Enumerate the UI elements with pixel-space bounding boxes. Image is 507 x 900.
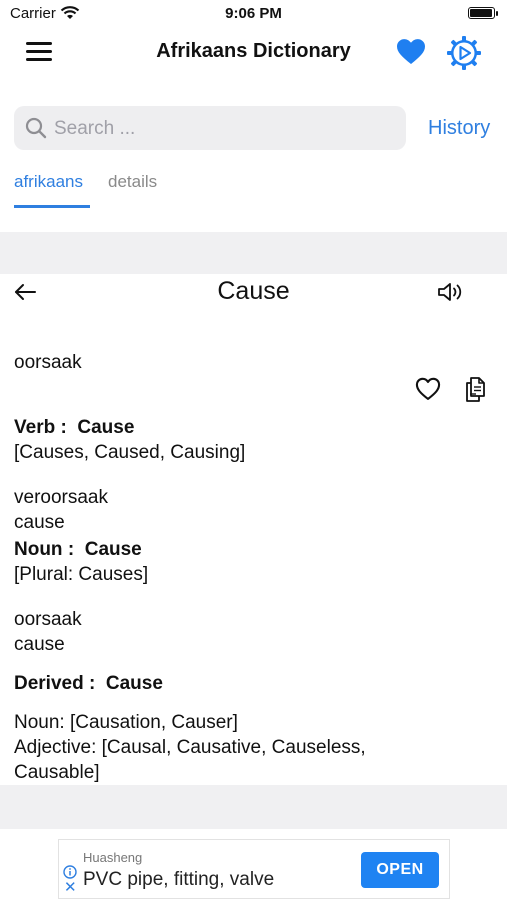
verb-translation-en: cause xyxy=(14,512,65,533)
active-tab-indicator xyxy=(14,205,90,208)
ad-open-button[interactable]: OPEN xyxy=(361,852,439,888)
favorites-heart-icon[interactable] xyxy=(395,36,427,68)
tab-afrikaans[interactable]: afrikaans xyxy=(14,172,83,192)
favorite-heart-icon[interactable] xyxy=(414,375,442,403)
section-divider xyxy=(0,232,507,274)
search-input[interactable] xyxy=(52,110,396,148)
ad-brand: Huasheng xyxy=(83,850,143,865)
ad-headline: PVC pipe, fitting, valve xyxy=(83,869,275,890)
history-button[interactable]: History xyxy=(428,117,490,140)
verb-forms: [Causes, Caused, Causing] xyxy=(14,442,246,463)
entry-translation: oorsaak xyxy=(14,352,82,373)
derived-noun: Noun: [Causation, Causer] xyxy=(14,712,238,733)
ad-banner[interactable]: ✕ Huasheng PVC pipe, fitting, valve OPEN xyxy=(58,839,450,899)
status-bar: Carrier 9:06 PM xyxy=(0,0,507,28)
copy-icon[interactable] xyxy=(462,374,490,404)
tab-details[interactable]: details xyxy=(108,172,157,192)
ad-close-icon[interactable]: ✕ xyxy=(64,880,77,895)
noun-translation-en: cause xyxy=(14,634,65,655)
settings-gear-icon[interactable] xyxy=(446,35,482,71)
section-divider xyxy=(0,785,507,829)
derived-heading: Derived : Cause xyxy=(14,673,163,695)
derived-adjective-cont: Causable] xyxy=(14,762,100,783)
verb-word: Cause xyxy=(77,417,135,438)
verb-heading: Verb : Cause xyxy=(14,417,134,439)
search-bar[interactable] xyxy=(14,106,406,150)
battery-icon xyxy=(468,7,498,19)
noun-word: Cause xyxy=(84,539,142,560)
speaker-icon[interactable] xyxy=(436,280,464,304)
battery-level xyxy=(470,9,492,17)
noun-label: Noun : xyxy=(14,539,75,560)
entry-word: Cause xyxy=(217,277,290,305)
derived-word: Cause xyxy=(105,673,163,694)
ad-info-icon[interactable] xyxy=(63,865,77,879)
noun-translation-af: oorsaak xyxy=(14,609,82,630)
verb-label: Verb : xyxy=(14,417,67,438)
derived-label: Derived : xyxy=(14,673,96,694)
clock: 9:06 PM xyxy=(225,5,282,22)
noun-heading: Noun : Cause xyxy=(14,539,142,561)
page-title: Afrikaans Dictionary xyxy=(156,40,351,62)
verb-translation-af: veroorsaak xyxy=(14,487,108,508)
noun-forms: [Plural: Causes] xyxy=(14,564,149,585)
derived-adjective: Adjective: [Causal, Causative, Causeless… xyxy=(14,737,366,758)
search-icon xyxy=(25,117,47,139)
